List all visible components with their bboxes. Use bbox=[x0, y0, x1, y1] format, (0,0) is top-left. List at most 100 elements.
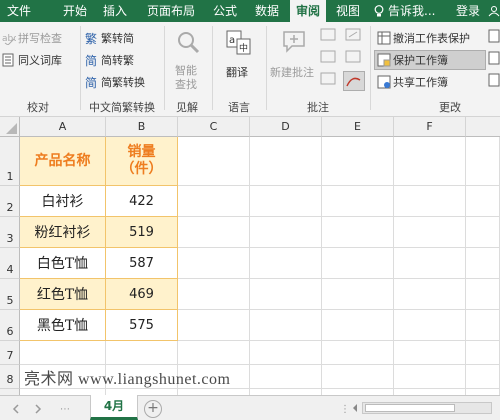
grid-cell[interactable] bbox=[178, 137, 250, 186]
grid-cell[interactable] bbox=[466, 217, 500, 248]
menu-formulas[interactable]: 公式 bbox=[206, 0, 244, 22]
account-icon[interactable] bbox=[488, 5, 500, 20]
grid-cell[interactable] bbox=[322, 186, 394, 217]
grid-cell[interactable] bbox=[394, 248, 466, 279]
delete-comment-button[interactable] bbox=[320, 28, 338, 47]
grid-cell[interactable] bbox=[322, 279, 394, 310]
new-comment-button[interactable] bbox=[282, 30, 308, 57]
menu-data[interactable]: 数据 bbox=[248, 0, 286, 22]
column-header-d[interactable]: D bbox=[250, 117, 322, 137]
previous-comment-button[interactable] bbox=[320, 50, 338, 69]
grid-cell[interactable] bbox=[466, 248, 500, 279]
row-header-5[interactable]: 5 bbox=[0, 279, 20, 310]
grid-cell[interactable] bbox=[322, 137, 394, 186]
grid-cell[interactable] bbox=[178, 248, 250, 279]
menu-insert[interactable]: 插入 bbox=[96, 0, 134, 22]
next-sheet-icon[interactable] bbox=[34, 403, 42, 417]
convert-button[interactable]: 简简繁转换 bbox=[85, 75, 145, 90]
row-header-7[interactable]: 7 bbox=[0, 341, 20, 365]
row-header-6[interactable]: 6 bbox=[0, 310, 20, 341]
grid-cell[interactable] bbox=[250, 365, 322, 389]
grid-cell[interactable] bbox=[466, 310, 500, 341]
grid-cell[interactable] bbox=[394, 217, 466, 248]
grid-cell[interactable] bbox=[178, 279, 250, 310]
grid-cell[interactable] bbox=[466, 279, 500, 310]
grid-cell[interactable] bbox=[250, 341, 322, 365]
scroll-left-icon[interactable] bbox=[350, 401, 360, 415]
show-all-comments-button[interactable] bbox=[345, 50, 363, 69]
sales-cell[interactable]: 575 bbox=[106, 310, 178, 341]
row-header-3[interactable]: 3 bbox=[0, 217, 20, 248]
menu-view[interactable]: 视图 bbox=[330, 0, 366, 22]
grid-cell[interactable] bbox=[322, 341, 394, 365]
grid-cell[interactable] bbox=[178, 310, 250, 341]
grid-cell[interactable] bbox=[250, 310, 322, 341]
row-header-4[interactable]: 4 bbox=[0, 248, 20, 279]
grid-cell[interactable] bbox=[394, 341, 466, 365]
to-traditional-button[interactable]: 繁繁转简 bbox=[85, 31, 134, 46]
grid-cell[interactable] bbox=[322, 217, 394, 248]
track-changes-button[interactable] bbox=[488, 28, 500, 95]
thesaurus-button[interactable]: 同义词库 bbox=[2, 53, 62, 68]
grid-cell[interactable] bbox=[250, 279, 322, 310]
menu-file[interactable]: 文件 bbox=[0, 0, 38, 22]
product-name-cell[interactable]: 白色T恤 bbox=[20, 248, 106, 279]
grid-cell[interactable] bbox=[394, 137, 466, 186]
grid-cell[interactable] bbox=[322, 248, 394, 279]
grid-cell[interactable] bbox=[394, 310, 466, 341]
column-header-f[interactable]: F bbox=[394, 117, 466, 137]
menu-page-layout[interactable]: 页面布局 bbox=[142, 0, 200, 22]
next-comment-button[interactable] bbox=[320, 72, 338, 91]
grid-cell[interactable] bbox=[178, 217, 250, 248]
grid-cell[interactable] bbox=[466, 186, 500, 217]
grid-cell[interactable] bbox=[394, 186, 466, 217]
login-link[interactable]: 登录 bbox=[450, 0, 486, 22]
sheet-tab-april[interactable]: 4月 bbox=[90, 395, 138, 420]
row-header-1[interactable]: 1 bbox=[0, 137, 20, 186]
column-header-a[interactable]: A bbox=[20, 117, 106, 137]
header-product-name[interactable]: 产品名称 bbox=[20, 137, 106, 186]
grid-cell[interactable] bbox=[250, 248, 322, 279]
unprotect-sheet-button[interactable]: 撤消工作表保护 bbox=[377, 31, 470, 46]
column-header-c[interactable]: C bbox=[178, 117, 250, 137]
grid-cell[interactable] bbox=[20, 341, 106, 365]
product-name-cell[interactable]: 黑色T恤 bbox=[20, 310, 106, 341]
grid-cell[interactable] bbox=[250, 217, 322, 248]
grid-cell[interactable] bbox=[466, 365, 500, 389]
column-header-e[interactable]: E bbox=[322, 117, 394, 137]
product-name-cell[interactable]: 红色T恤 bbox=[20, 279, 106, 310]
sales-cell[interactable]: 422 bbox=[106, 186, 178, 217]
tab-splitter-icon[interactable]: ⋮ bbox=[340, 404, 350, 415]
sales-cell[interactable]: 469 bbox=[106, 279, 178, 310]
grid-cell[interactable] bbox=[322, 310, 394, 341]
sheet-ellipsis-icon[interactable]: ⋯ bbox=[60, 404, 70, 415]
grid-cell[interactable] bbox=[466, 137, 500, 186]
menu-home[interactable]: 开始 bbox=[56, 0, 94, 22]
translate-button[interactable]: a中 bbox=[226, 30, 252, 59]
smart-lookup-button[interactable] bbox=[176, 30, 200, 57]
ink-button[interactable] bbox=[343, 71, 365, 91]
protect-workbook-button[interactable]: 保护工作簿 bbox=[377, 53, 448, 68]
grid-cell[interactable] bbox=[250, 137, 322, 186]
sales-cell[interactable]: 519 bbox=[106, 217, 178, 248]
grid-cell[interactable] bbox=[106, 341, 178, 365]
prev-sheet-icon[interactable] bbox=[12, 403, 20, 417]
row-header-8[interactable]: 8 bbox=[0, 365, 20, 389]
row-header-2[interactable]: 2 bbox=[0, 186, 20, 217]
scrollbar-thumb[interactable] bbox=[365, 404, 455, 412]
show-comment-button[interactable] bbox=[345, 28, 363, 47]
add-sheet-icon[interactable]: + bbox=[144, 400, 162, 418]
product-name-cell[interactable]: 白衬衫 bbox=[20, 186, 106, 217]
grid-cell[interactable] bbox=[394, 365, 466, 389]
grid-cell[interactable] bbox=[322, 365, 394, 389]
grid-cell[interactable] bbox=[178, 341, 250, 365]
horizontal-scrollbar[interactable] bbox=[362, 402, 492, 414]
grid-cell[interactable] bbox=[394, 279, 466, 310]
product-name-cell[interactable]: 粉红衬衫 bbox=[20, 217, 106, 248]
grid-cell[interactable] bbox=[466, 341, 500, 365]
tell-me-search[interactable]: 告诉我... bbox=[372, 0, 454, 22]
grid-cell[interactable] bbox=[178, 186, 250, 217]
grid-cell[interactable] bbox=[250, 186, 322, 217]
column-header-b[interactable]: B bbox=[106, 117, 178, 137]
select-all-corner[interactable] bbox=[0, 117, 20, 137]
